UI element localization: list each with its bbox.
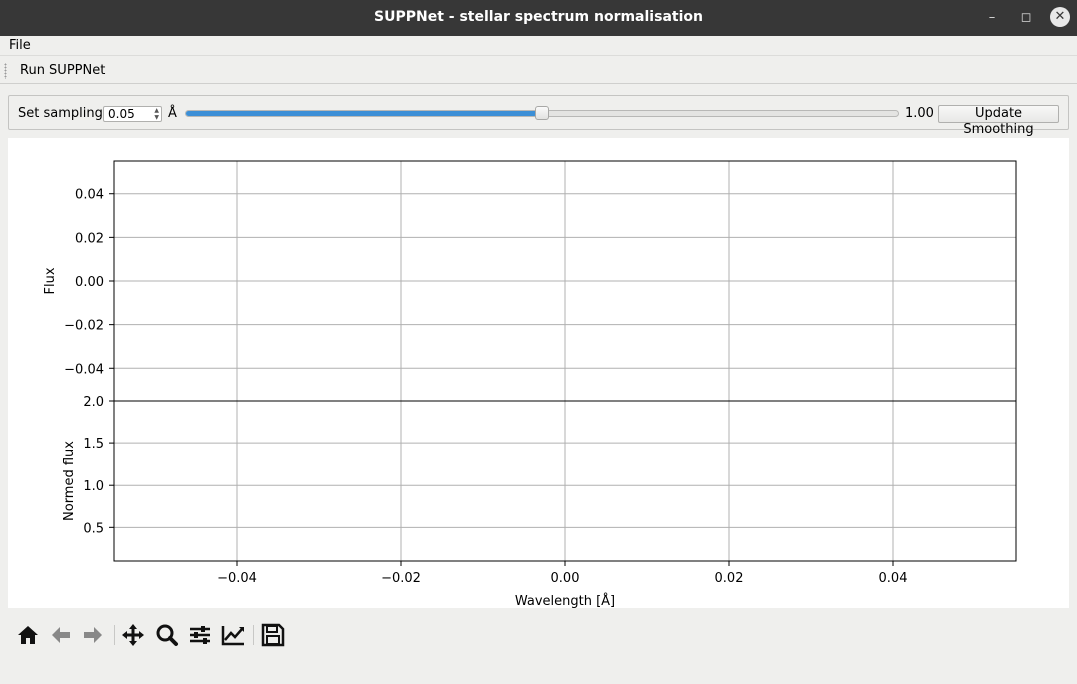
menu-file[interactable]: File (9, 38, 31, 53)
pan-icon (122, 624, 144, 646)
maximize-button[interactable]: ◻ (1016, 8, 1036, 28)
smoothing-slider[interactable] (185, 106, 899, 120)
window-titlebar: SUPPNet - stellar spectrum normalisation… (0, 0, 1077, 36)
run-suppnet-button[interactable]: Run SUPPNet (20, 63, 105, 78)
edit-axes-icon (221, 626, 244, 646)
window-title: SUPPNet - stellar spectrum normalisation (374, 9, 703, 25)
sampling-label: Set sampling (18, 106, 103, 121)
edit-axes-button[interactable] (220, 623, 246, 647)
forward-button[interactable] (80, 623, 106, 647)
zoom-icon (156, 624, 178, 646)
update-smoothing-button[interactable]: Update Smoothing (938, 105, 1059, 137)
home-icon (18, 626, 38, 644)
y-axis-label: Flux (43, 267, 58, 294)
close-button[interactable]: ✕ (1050, 7, 1070, 27)
slider-max-label: 1.00 (905, 106, 934, 121)
x-axis-label: Wavelength [Å] (515, 593, 615, 608)
menubar: File (0, 36, 1077, 56)
x-tick-label: 0.02 (715, 571, 744, 586)
forward-arrow-icon (84, 627, 102, 643)
toolbar-separator (253, 625, 254, 645)
save-button[interactable] (260, 623, 286, 647)
y-tick-label: 1.5 (83, 437, 104, 452)
y-tick-label: −0.04 (64, 362, 104, 377)
sampling-unit: Å (168, 106, 177, 121)
back-button[interactable] (48, 623, 74, 647)
y-tick-label: 1.0 (83, 479, 104, 494)
back-arrow-icon (52, 627, 70, 643)
y-axis-label: Normed flux (62, 441, 77, 521)
sampling-value: 0.05 (108, 107, 135, 121)
pan-button[interactable] (120, 623, 146, 647)
x-tick-label: 0.00 (551, 571, 580, 586)
slider-handle[interactable] (535, 106, 549, 120)
y-tick-label: 0.00 (75, 275, 104, 290)
x-tick-label: −0.04 (217, 571, 257, 586)
navigation-toolbar (0, 615, 1077, 655)
zoom-button[interactable] (154, 623, 180, 647)
chart-svg: 0.04 0.02 0.00 −0.02 −0.04 Flux 2.0 1.5 1.0 0.5 No… (43, 160, 1017, 608)
home-button[interactable] (15, 623, 41, 647)
toolbar-separator (114, 625, 115, 645)
save-icon (261, 623, 285, 647)
spin-arrows-icon[interactable]: ▲ ▼ (154, 107, 159, 121)
y-tick-label: 0.02 (75, 231, 104, 246)
x-tick-label: −0.02 (381, 571, 421, 586)
toolbar-grip-handle[interactable] (4, 63, 7, 79)
minimize-button[interactable]: – (982, 8, 1002, 28)
slider-fill (186, 111, 537, 116)
main-toolbar: Run SUPPNet (0, 57, 1077, 84)
y-tick-label: 0.04 (75, 188, 104, 203)
plot-canvas[interactable]: 0.04 0.02 0.00 −0.02 −0.04 Flux 2.0 1.5 1.0 0.5 No… (8, 138, 1069, 608)
y-tick-label: 2.0 (83, 395, 104, 410)
y-tick-label: −0.02 (64, 319, 104, 334)
x-tick-label: 0.04 (879, 571, 908, 586)
configure-subplots-button[interactable] (187, 623, 213, 647)
configure-subplots-icon (190, 626, 210, 644)
sampling-controls: Set sampling 0.05 ▲ ▼ Å 1.00 Update Smoot… (8, 95, 1069, 137)
sampling-spinbox[interactable]: 0.05 ▲ ▼ (103, 106, 162, 122)
y-tick-label: 0.5 (83, 521, 104, 536)
